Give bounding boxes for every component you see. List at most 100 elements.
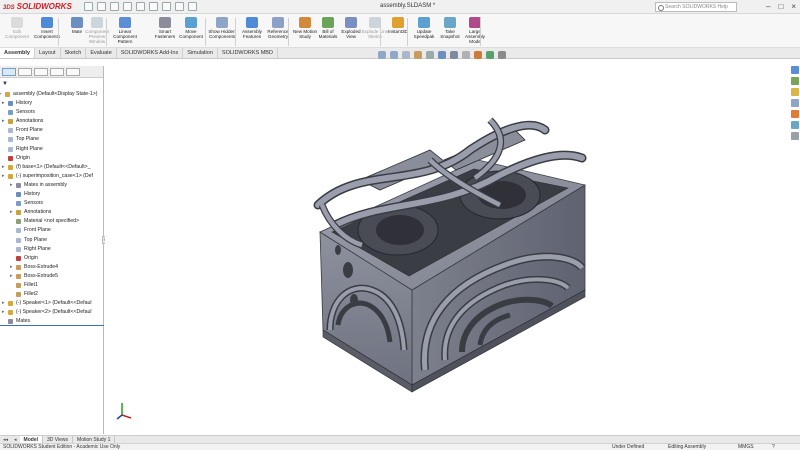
tree-item[interactable]: Mates bbox=[0, 317, 104, 327]
tab-simulation[interactable]: Simulation bbox=[183, 48, 218, 58]
display-style-icon[interactable] bbox=[450, 51, 458, 59]
tree-item-label: Annotations bbox=[24, 209, 52, 216]
units-selector[interactable]: MMGS bbox=[738, 444, 754, 450]
bottom-tab-model[interactable]: Model bbox=[19, 436, 43, 443]
tree-item[interactable]: ▸ (-) Speaker<2> (Default<<Defaul bbox=[0, 308, 104, 317]
tree-item[interactable]: ▸ (-) superimposition_case<1> (Def bbox=[0, 172, 104, 181]
display-manager-tab-icon[interactable] bbox=[66, 68, 80, 76]
tree-item-label: (f) base<1> (Default<<Default>_ bbox=[16, 163, 91, 170]
expand-arrow-icon[interactable]: ▸ bbox=[2, 163, 5, 172]
view-orientation-icon[interactable] bbox=[438, 51, 446, 59]
dynamic-annotation-icon[interactable] bbox=[426, 51, 434, 59]
help-search-input[interactable]: Search SOLIDWORKS Help bbox=[655, 2, 737, 12]
tab-solidworks-add-ins[interactable]: SOLIDWORKS Add-Ins bbox=[117, 48, 184, 58]
tree-item[interactable]: Origin bbox=[0, 254, 104, 263]
snapshot-icon bbox=[444, 17, 456, 28]
previous-view-icon[interactable] bbox=[402, 51, 410, 59]
expand-arrow-icon[interactable]: ▸ bbox=[2, 308, 5, 317]
tree-item[interactable]: ▸ Annotations bbox=[0, 208, 104, 217]
tree-item[interactable]: Fillet2 bbox=[0, 290, 104, 299]
tab-sketch[interactable]: Sketch bbox=[61, 48, 87, 58]
expand-arrow-icon[interactable]: ▸ bbox=[10, 208, 13, 217]
tree-item[interactable]: Material <not specified> bbox=[0, 217, 104, 226]
expand-arrow-icon[interactable]: ▸ bbox=[2, 99, 5, 108]
save-icon[interactable] bbox=[123, 2, 132, 11]
zoom-area-icon[interactable] bbox=[390, 51, 398, 59]
feature-tree-tab-icon[interactable] bbox=[2, 68, 16, 76]
forum-icon[interactable] bbox=[790, 132, 799, 140]
solidworks-logo[interactable]: 3DS SOLIDWORKS bbox=[3, 2, 72, 11]
command-show-hidden[interactable]: Show Hidden Components bbox=[207, 17, 237, 39]
rebuild-icon[interactable] bbox=[175, 2, 184, 11]
command-move-component[interactable]: Move Component bbox=[176, 17, 206, 39]
new-document-icon[interactable] bbox=[97, 2, 106, 11]
appearances-icon[interactable] bbox=[790, 110, 799, 118]
select-icon[interactable] bbox=[162, 2, 171, 11]
tree-item[interactable]: ▸ Boss-Extrude5 bbox=[0, 272, 104, 281]
bottom-tab-3d-views[interactable]: 3D Views bbox=[43, 436, 74, 443]
tree-item[interactable]: Right Plane bbox=[0, 145, 104, 154]
section-view-icon[interactable] bbox=[414, 51, 422, 59]
expand-arrow-icon[interactable]: ▸ bbox=[2, 172, 5, 181]
tree-item[interactable]: Front Plane bbox=[0, 126, 104, 135]
tree-item[interactable]: Top Plane bbox=[0, 236, 104, 245]
tree-item[interactable]: Front Plane bbox=[0, 226, 104, 235]
tree-item[interactable]: History bbox=[0, 190, 104, 199]
tree-item[interactable]: ▸ (-) Speaker<1> (Default<<Defaul bbox=[0, 299, 104, 308]
command-linear-pattern[interactable]: Linear Component Pattern bbox=[110, 17, 140, 44]
tree-item[interactable]: Origin bbox=[0, 154, 104, 163]
view-palette-icon[interactable] bbox=[790, 99, 799, 107]
edit-appearance-icon[interactable] bbox=[474, 51, 482, 59]
options-icon[interactable] bbox=[188, 2, 197, 11]
close-icon[interactable]: × bbox=[791, 2, 796, 11]
first-tab-icon[interactable]: ◂◂ bbox=[0, 436, 11, 443]
expand-arrow-icon[interactable]: ▸ bbox=[0, 90, 2, 99]
custom-properties-icon[interactable] bbox=[790, 121, 799, 129]
minimize-icon[interactable]: – bbox=[766, 2, 770, 11]
expand-arrow-icon[interactable]: ▸ bbox=[2, 299, 5, 308]
previous-tab-icon[interactable]: ◂ bbox=[11, 436, 20, 443]
apply-scene-icon[interactable] bbox=[486, 51, 494, 59]
tree-item[interactable]: ▸ Annotations bbox=[0, 117, 104, 126]
maximize-icon[interactable]: □ bbox=[778, 2, 783, 11]
tree-item[interactable]: Right Plane bbox=[0, 245, 104, 254]
tree-item[interactable]: Top Plane bbox=[0, 135, 104, 144]
zoom-to-fit-icon[interactable] bbox=[378, 51, 386, 59]
history-icon bbox=[8, 101, 13, 107]
tab-assembly[interactable]: Assembly bbox=[0, 48, 35, 58]
origin-icon bbox=[16, 255, 21, 261]
print-icon[interactable] bbox=[136, 2, 145, 11]
command-manager: Edit Component Insert Components Mate Compo… bbox=[0, 14, 800, 48]
tree-item[interactable]: Sensors bbox=[0, 108, 104, 117]
file-explorer-icon[interactable] bbox=[790, 88, 799, 96]
tab-solidworks-mbd[interactable]: SOLIDWORKS MBD bbox=[218, 48, 278, 58]
view-settings-icon[interactable] bbox=[498, 51, 506, 59]
tree-item[interactable]: ▸ assembly (Default<Display State-1>) bbox=[0, 90, 104, 99]
resources-icon[interactable] bbox=[790, 66, 799, 74]
open-icon[interactable] bbox=[110, 2, 119, 11]
home-icon[interactable] bbox=[84, 2, 93, 11]
dimxpert-tab-icon[interactable] bbox=[50, 68, 64, 76]
expand-arrow-icon[interactable]: ▸ bbox=[10, 272, 13, 281]
tree-item[interactable]: ▸ History bbox=[0, 99, 104, 108]
expand-arrow-icon[interactable]: ▸ bbox=[2, 117, 5, 126]
undo-icon[interactable] bbox=[149, 2, 158, 11]
tab-evaluate[interactable]: Evaluate bbox=[86, 48, 117, 58]
tree-item[interactable]: Fillet1 bbox=[0, 281, 104, 290]
design-library-icon[interactable] bbox=[790, 77, 799, 85]
expand-arrow-icon[interactable]: ▸ bbox=[10, 181, 13, 190]
tree-item[interactable]: ▸ (f) base<1> (Default<<Default>_ bbox=[0, 163, 104, 172]
filter-icon[interactable]: ▼ bbox=[2, 81, 8, 87]
bottom-tab-motion-study-1[interactable]: Motion Study 1 bbox=[73, 436, 116, 443]
tab-layout[interactable]: Layout bbox=[35, 48, 61, 58]
expand-arrow-icon[interactable]: ▸ bbox=[10, 263, 13, 272]
configuration-manager-tab-icon[interactable] bbox=[34, 68, 48, 76]
tree-item[interactable]: Sensors bbox=[0, 199, 104, 208]
help-icon[interactable]: ? bbox=[772, 444, 775, 450]
command-large-assembly[interactable]: Large Assembly Mode bbox=[460, 17, 490, 44]
tree-item[interactable]: ▸ Boss-Extrude4 bbox=[0, 263, 104, 272]
property-manager-tab-icon[interactable] bbox=[18, 68, 32, 76]
tree-item[interactable]: ▸ Mates in assembly bbox=[0, 181, 104, 190]
graphics-area[interactable] bbox=[105, 60, 787, 434]
hide-show-items-icon[interactable] bbox=[462, 51, 470, 59]
